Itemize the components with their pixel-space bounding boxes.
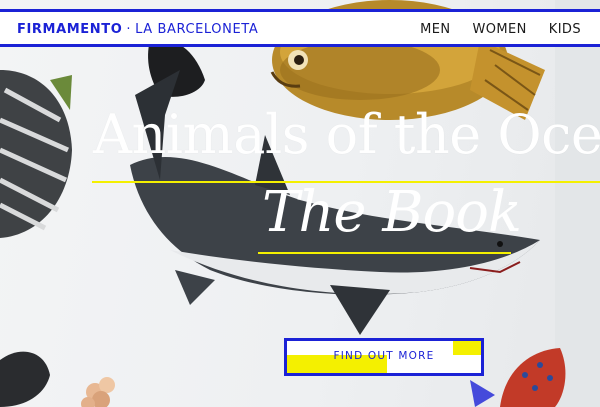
nav-item-men[interactable]: MEN [420,22,450,37]
nav-item-kids[interactable]: KIDS [549,22,581,37]
brand-logo[interactable]: FIRMAMENTO · LA BARCELONETA [17,22,258,37]
hero-subtitle: The Book [262,180,522,245]
striped-fish-illustration [0,70,72,238]
subtitle-underline [258,252,511,254]
find-out-more-button[interactable]: FIND OUT MORE [284,338,484,376]
red-spotted-fish-illustration [470,348,566,407]
brand-location: LA BARCELONETA [135,22,259,37]
nav-item-women[interactable]: WOMEN [473,22,527,37]
find-out-more-label: FIND OUT MORE [333,350,435,362]
fish-illustration [0,351,50,407]
brand-separator: · [126,22,132,37]
coral-illustration [81,377,115,407]
brand-name: FIRMAMENTO [17,22,123,37]
top-nav-bar: FIRMAMENTO · LA BARCELONETA MEN WOMEN KIDS [0,9,600,47]
hero-title: Animals of the Oce [93,103,600,166]
main-nav: MEN WOMEN KIDS [420,22,581,37]
